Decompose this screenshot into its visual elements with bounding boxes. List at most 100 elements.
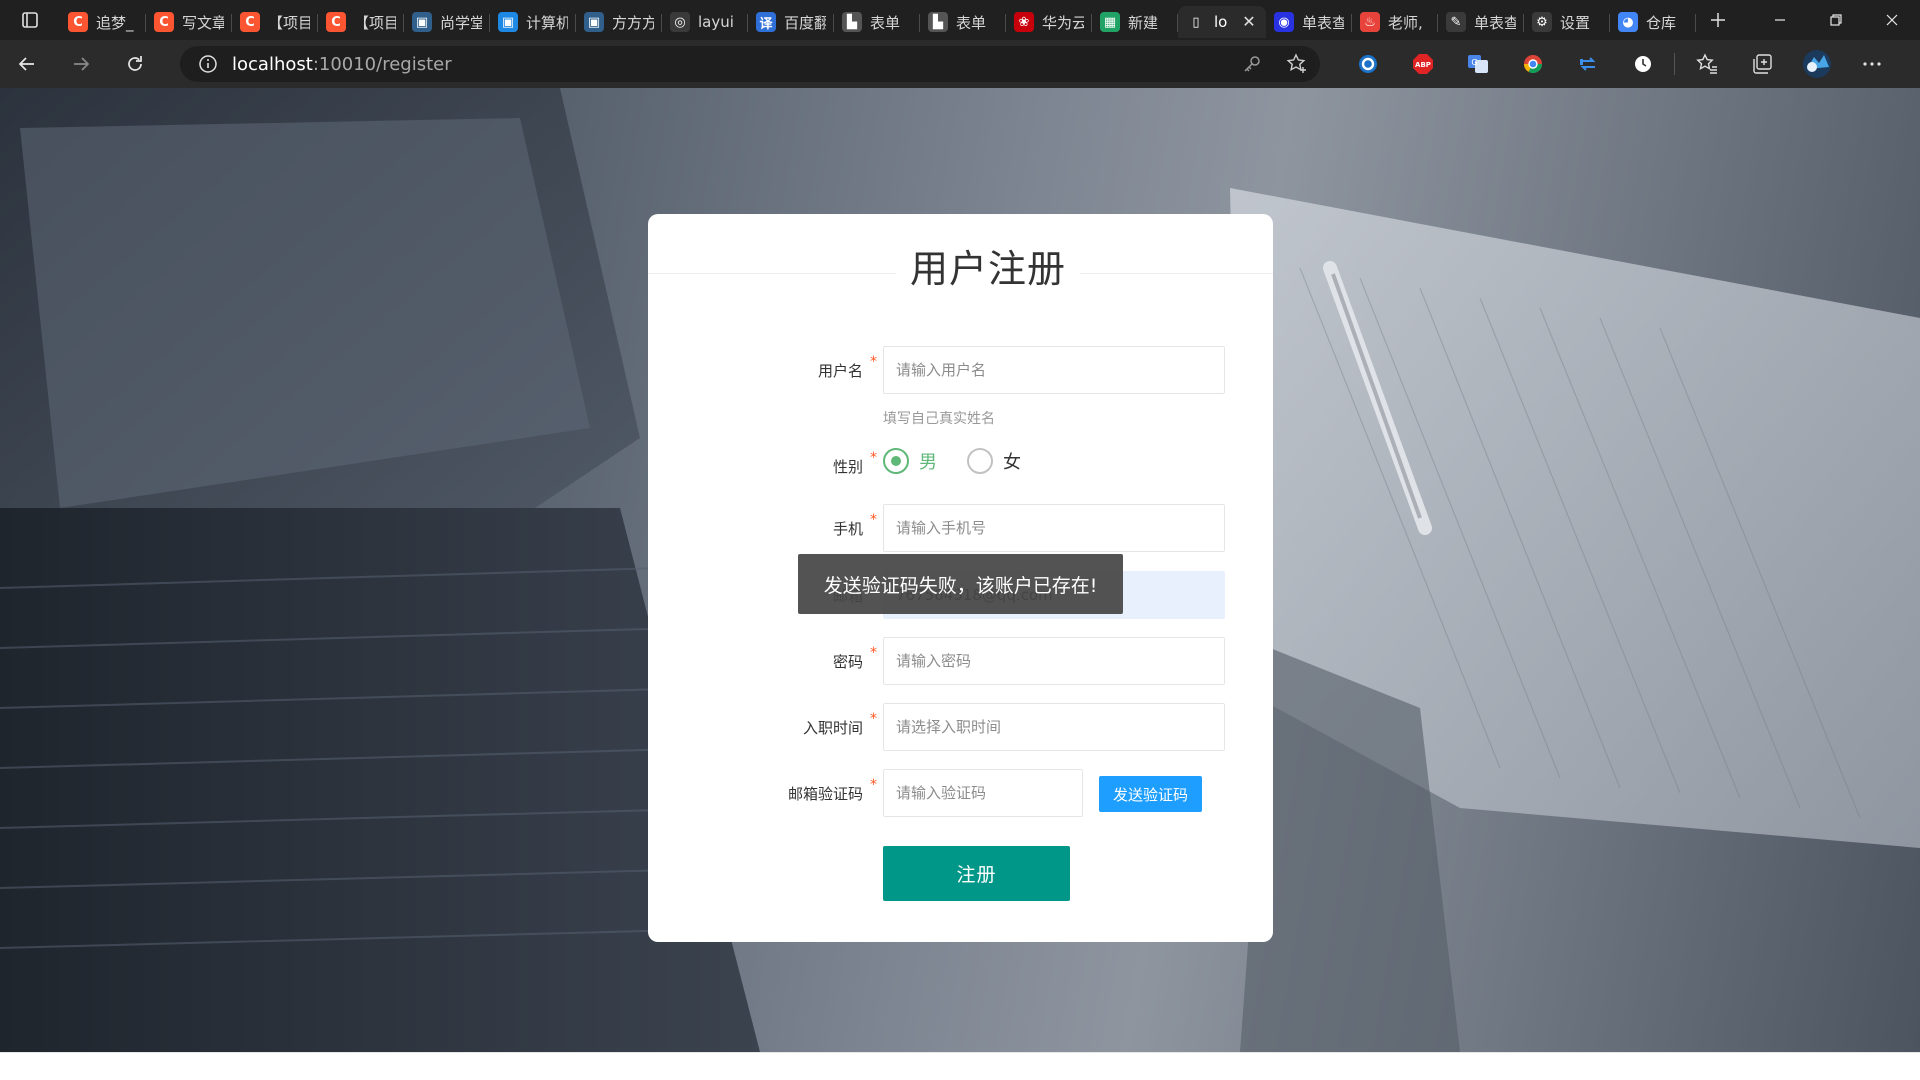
- browser-tab[interactable]: ▙ 表单: [920, 6, 1006, 38]
- browser-tab[interactable]: ▣ 方方方: [576, 6, 662, 38]
- favorites-button[interactable]: [1679, 40, 1734, 88]
- minimize-button[interactable]: [1752, 0, 1808, 40]
- send-code-button[interactable]: 发送验证码: [1099, 776, 1202, 812]
- tab-favicon-icon: 译: [756, 12, 776, 32]
- more-menu-button[interactable]: [1844, 40, 1899, 88]
- password-input[interactable]: [883, 637, 1225, 685]
- tab-favicon-icon: ▙: [928, 12, 948, 32]
- tab-title: lo: [1214, 13, 1228, 31]
- clock-icon: [1634, 56, 1651, 72]
- radio-label: 男: [919, 452, 937, 473]
- tab-title: layui: [698, 13, 734, 31]
- browser-tab[interactable]: ◕ 仓库: [1610, 6, 1696, 38]
- tab-title: 表单: [870, 13, 901, 32]
- chrome-icon: [1523, 55, 1542, 74]
- browser-tab[interactable]: ◉ 单表查: [1266, 6, 1352, 38]
- code-input[interactable]: [883, 769, 1083, 817]
- radio-label: 女: [1003, 452, 1021, 473]
- more-icon: [1862, 62, 1881, 66]
- tab-favicon-icon: ✎: [1446, 12, 1466, 32]
- browser-tab[interactable]: ▦ 新建: [1092, 6, 1178, 38]
- info-icon[interactable]: [198, 54, 218, 74]
- tab-title: 单表查: [1302, 13, 1344, 32]
- gender-radio-male[interactable]: 男: [883, 448, 937, 474]
- browser-tab[interactable]: ▙ 表单: [834, 6, 920, 38]
- browser-tab[interactable]: 译百度翻: [748, 6, 834, 38]
- profile-button[interactable]: [1789, 40, 1844, 88]
- key-icon[interactable]: [1242, 54, 1262, 74]
- tab-title: 设置: [1560, 13, 1591, 32]
- username-input[interactable]: [883, 346, 1225, 394]
- tab-title: 方方方: [612, 13, 654, 32]
- url-text[interactable]: localhost:10010/register: [232, 54, 452, 75]
- tab-favicon-icon: ▦: [1100, 12, 1120, 32]
- browser-tab[interactable]: ❀ 华为云: [1006, 6, 1092, 38]
- forward-button[interactable]: [54, 40, 108, 88]
- tab-title: 尚学堂: [440, 13, 482, 32]
- refresh-button[interactable]: [108, 40, 162, 88]
- tab-title: 表单: [956, 13, 987, 32]
- browser-tab[interactable]: ♨ 老师,: [1352, 6, 1438, 38]
- hire-date-input[interactable]: [883, 703, 1225, 751]
- tab-favicon-icon: ◉: [1274, 12, 1294, 32]
- browser-tab[interactable]: C 【项目: [232, 6, 318, 38]
- tab-favicon-icon: ❀: [1014, 12, 1034, 32]
- required-mark: *: [870, 645, 877, 661]
- tab-title: 单表查: [1474, 13, 1516, 32]
- url-host: localhost: [232, 53, 313, 75]
- browser-tab[interactable]: ◎ layui: [662, 6, 748, 38]
- browser-tab[interactable]: C 【项目: [318, 6, 404, 38]
- error-toast: 发送验证码失败，该账户已存在!: [798, 554, 1123, 614]
- tab-title: 华为云: [1042, 13, 1084, 32]
- username-label: 用户名: [817, 362, 863, 380]
- tab-title: 追梦_: [96, 13, 134, 32]
- browser-toolbar: localhost:10010/register ABP G: [0, 40, 1920, 88]
- clock-extension-button[interactable]: [1615, 40, 1670, 88]
- extensions-bar: ABP G: [1340, 40, 1899, 88]
- add-favorite-icon[interactable]: [1286, 53, 1308, 75]
- translate-icon: G: [1467, 55, 1488, 73]
- code-label: 邮箱验证码: [787, 785, 863, 803]
- tab-favicon-icon: ▙: [842, 12, 862, 32]
- close-tab-icon[interactable]: ✕: [1240, 13, 1258, 31]
- tab-favicon-icon: ▯: [1186, 12, 1206, 32]
- browser-tab[interactable]: ✎ 单表查: [1438, 6, 1524, 38]
- collections-button[interactable]: [1734, 40, 1789, 88]
- browser-tab[interactable]: ▣ 尚学堂: [404, 6, 490, 38]
- minimize-icon: [1775, 19, 1785, 21]
- svg-text:G: G: [1471, 58, 1477, 67]
- browser-tab[interactable]: ⚙ 设置: [1524, 6, 1610, 38]
- tab-title: 老师,: [1388, 13, 1423, 32]
- tab-strip: C 追梦_ C 写文章 C 【项目 C 【项目 ▣ 尚学堂 ▣ 计算机 ▣ 方方方 ◎ layui 译百度翻 ▙ 表…: [0, 0, 1920, 40]
- tab-favicon-icon: ▣: [412, 12, 432, 32]
- url-path: :10010/register: [312, 53, 452, 75]
- close-window-button[interactable]: [1864, 0, 1920, 40]
- svg-text:ABP: ABP: [1415, 61, 1431, 69]
- chrome-extension-button[interactable]: [1505, 40, 1560, 88]
- gender-radio-female[interactable]: 女: [967, 448, 1021, 474]
- tab-separator: [1695, 14, 1696, 32]
- page-title: 用户注册: [896, 238, 1081, 293]
- browser-tab[interactable]: ▣ 计算机: [490, 6, 576, 38]
- restore-button[interactable]: [1808, 0, 1864, 40]
- translate-extension-button[interactable]: G: [1450, 40, 1505, 88]
- back-button[interactable]: [0, 40, 54, 88]
- tab-actions-button[interactable]: [0, 0, 60, 40]
- sync-extension-button[interactable]: [1560, 40, 1615, 88]
- username-hint: 填写自己真实姓名: [883, 411, 995, 427]
- arrow-right-icon: [74, 57, 90, 71]
- password-label: 密码: [832, 653, 863, 671]
- tab-favicon-icon: ▣: [498, 12, 518, 32]
- tab-favicon-icon: C: [326, 12, 346, 32]
- browser-tab[interactable]: C 追梦_: [60, 6, 146, 38]
- adblock-extension-button[interactable]: ABP: [1395, 40, 1450, 88]
- address-bar[interactable]: localhost:10010/register: [180, 46, 1320, 82]
- edge-extension-button[interactable]: [1340, 40, 1395, 88]
- browser-tab[interactable]: ▯ lo ✕: [1178, 6, 1266, 38]
- refresh-icon: [128, 56, 142, 71]
- register-button[interactable]: 注册: [883, 846, 1070, 901]
- window-controls: [1752, 0, 1920, 40]
- browser-tab[interactable]: C 写文章: [146, 6, 232, 38]
- phone-input[interactable]: [883, 504, 1225, 552]
- new-tab-button[interactable]: [1696, 0, 1740, 40]
